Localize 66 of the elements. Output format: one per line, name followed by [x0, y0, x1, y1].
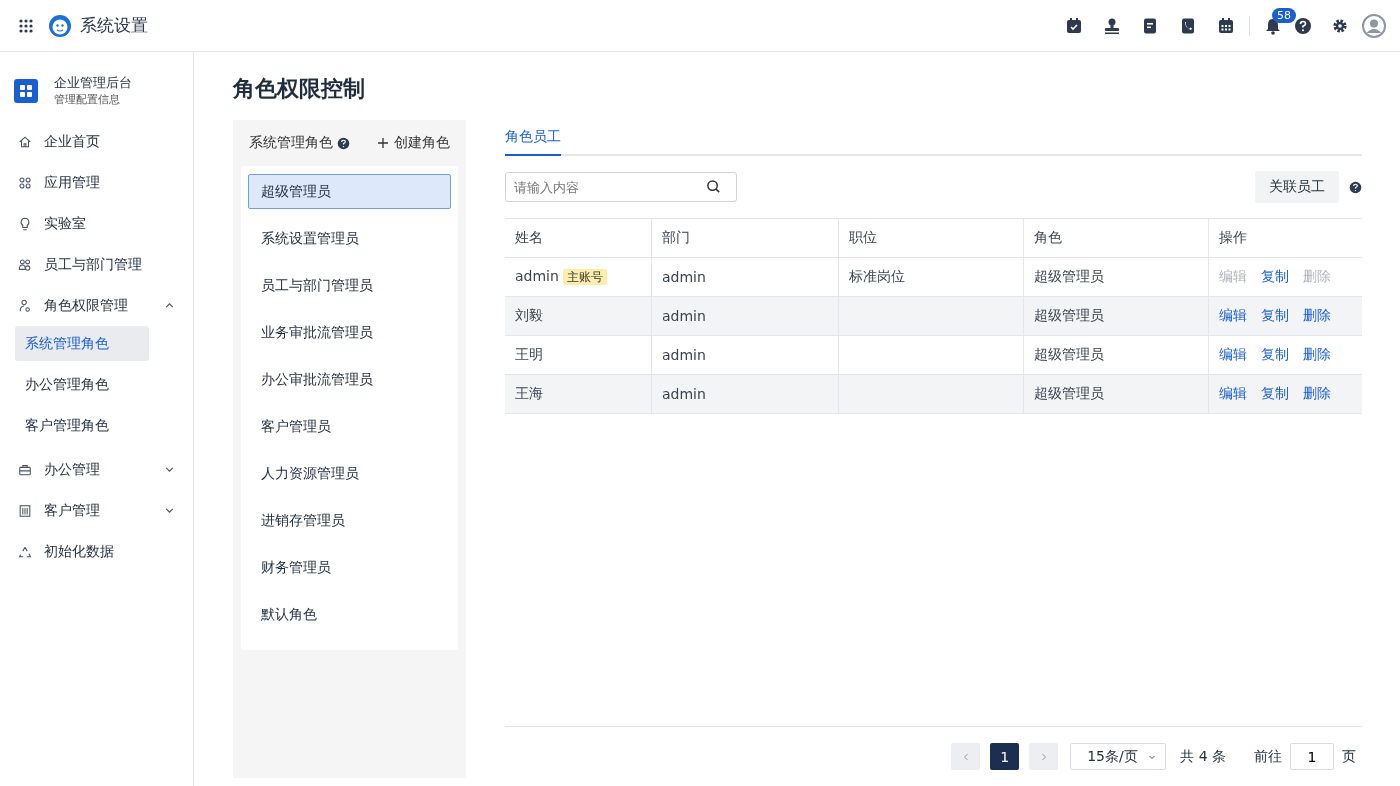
- sidebar-subitem[interactable]: 系统管理角色: [15, 326, 149, 361]
- row-action-link[interactable]: 编辑: [1219, 307, 1247, 325]
- role-item[interactable]: 业务审批流管理员: [248, 315, 451, 350]
- table-cell: admin: [662, 386, 706, 402]
- role-item[interactable]: 人力资源管理员: [248, 456, 451, 491]
- sidebar-subitem[interactable]: 办公管理角色: [15, 367, 149, 402]
- roles-panel-title: 系统管理角色: [249, 134, 333, 152]
- page-title: 角色权限控制: [233, 75, 366, 103]
- goto-label: 前往: [1254, 747, 1282, 766]
- total-count: 共 4 条: [1180, 747, 1226, 766]
- create-role-button[interactable]: 创建角色: [377, 134, 458, 152]
- role-item[interactable]: 系统设置管理员: [248, 221, 451, 256]
- row-action-link[interactable]: 编辑: [1219, 346, 1247, 364]
- row-action-link[interactable]: 删除: [1303, 307, 1331, 325]
- table-cell: 王明: [515, 346, 543, 362]
- page-size-select[interactable]: 15条/页: [1070, 743, 1167, 770]
- sidebar-item[interactable]: 应用管理: [0, 162, 193, 203]
- sidebar-item[interactable]: 角色权限管理: [0, 285, 193, 326]
- table-cell: 标准岗位: [849, 268, 905, 284]
- role-item[interactable]: 进销存管理员: [248, 503, 451, 538]
- row-action-link[interactable]: 复制: [1261, 346, 1289, 364]
- column-header: 操作: [1208, 218, 1362, 258]
- column-header: 角色: [1023, 218, 1209, 258]
- table-cell: admin: [662, 347, 706, 363]
- role-item[interactable]: 超级管理员: [248, 174, 451, 209]
- column-header: 部门: [651, 218, 839, 258]
- org-subtitle: 管理配置信息: [54, 92, 121, 107]
- link-employee-button[interactable]: 关联员工: [1255, 171, 1339, 203]
- column-header: 姓名: [505, 218, 652, 258]
- role-item[interactable]: 办公审批流管理员: [248, 362, 451, 397]
- sidebar-item[interactable]: 办公管理: [0, 449, 193, 490]
- row-action-link[interactable]: 复制: [1261, 268, 1289, 286]
- sidebar-item[interactable]: 企业首页: [0, 121, 193, 162]
- sidebar-item[interactable]: 实验室: [0, 203, 193, 244]
- table-cell: 超级管理员: [1034, 307, 1104, 323]
- sidebar-item[interactable]: 员工与部门管理: [0, 244, 193, 285]
- sidebar-item[interactable]: 初始化数据: [0, 531, 193, 572]
- search-field[interactable]: 请输入内容: [505, 172, 737, 202]
- row-action-link[interactable]: 复制: [1261, 307, 1289, 325]
- page-input[interactable]: 1: [1290, 743, 1334, 770]
- table-cell: 超级管理员: [1034, 346, 1104, 362]
- column-header: 职位: [838, 218, 1024, 258]
- page-number-button[interactable]: 1: [990, 743, 1020, 770]
- org-name: 企业管理后台: [54, 74, 132, 92]
- sidebar-subitem[interactable]: 客户管理角色: [15, 408, 149, 443]
- row-action-link[interactable]: 删除: [1303, 346, 1331, 364]
- role-item[interactable]: 员工与部门管理员: [248, 268, 451, 303]
- table-cell: 刘毅: [515, 307, 543, 323]
- notification-badge: 58: [1272, 7, 1296, 23]
- table-cell: admin: [662, 269, 706, 285]
- role-item[interactable]: 财务管理员: [248, 550, 451, 585]
- page-suffix: 页: [1342, 747, 1356, 766]
- table-cell: 超级管理员: [1034, 268, 1104, 284]
- row-action-link[interactable]: 编辑: [1219, 385, 1247, 403]
- table-cell: 王海: [515, 385, 543, 401]
- tab[interactable]: 角色员工: [505, 124, 561, 156]
- sidebar-item[interactable]: 客户管理: [0, 490, 193, 531]
- table-cell: admin: [515, 268, 559, 284]
- role-item[interactable]: 客户管理员: [248, 409, 451, 444]
- row-action-link[interactable]: 删除: [1303, 385, 1331, 403]
- table-cell: admin: [662, 308, 706, 324]
- main-account-tag: 主账号: [562, 269, 607, 285]
- role-item[interactable]: 默认角色: [248, 597, 451, 632]
- table-cell: 超级管理员: [1034, 385, 1104, 401]
- app-title: 系统设置: [80, 14, 148, 37]
- row-action-link[interactable]: 复制: [1261, 385, 1289, 403]
